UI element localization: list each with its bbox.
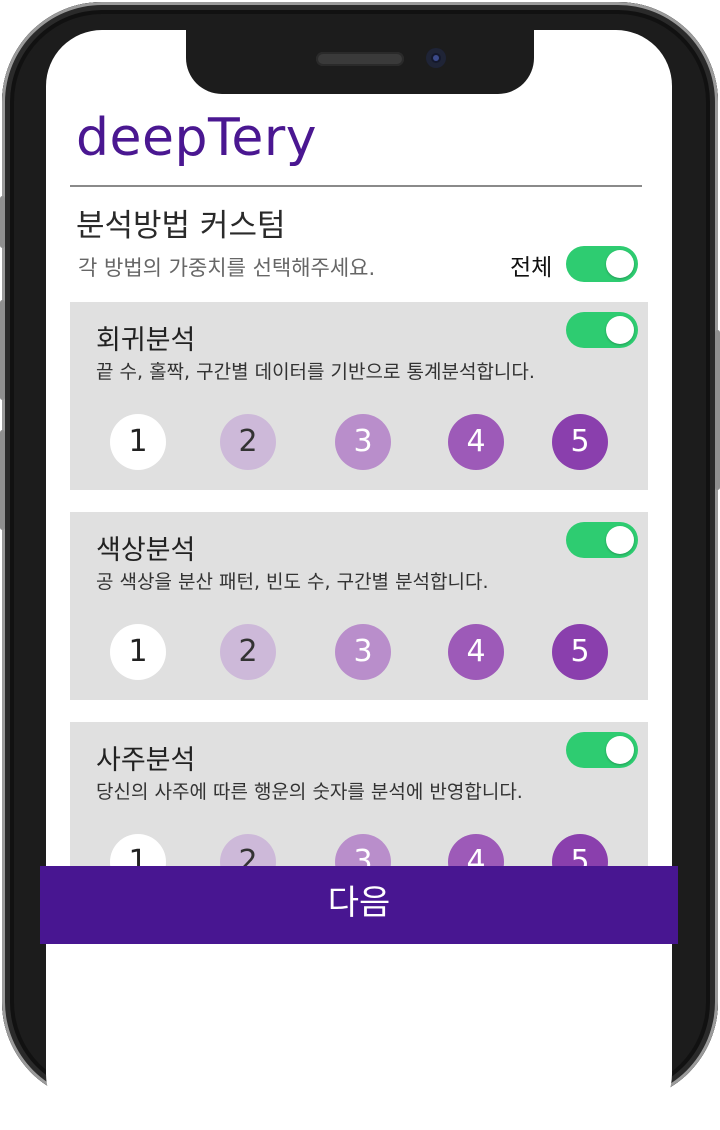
method-title: 색상분석 [96, 535, 196, 566]
front-camera-icon [426, 48, 446, 68]
toggle-knob [606, 316, 634, 344]
weight-option-1[interactable]: 1 [110, 414, 166, 470]
all-toggle[interactable] [566, 246, 638, 282]
all-toggle-label: 전체 [510, 255, 553, 281]
method-description: 공 색상을 분산 패턴, 빈도 수, 구간별 분석합니다. [96, 571, 489, 593]
method-title: 회귀분석 [96, 325, 196, 356]
section-title: 분석방법 커스텀 [76, 208, 286, 244]
weight-option-3[interactable]: 3 [335, 414, 391, 470]
section-subtitle: 각 방법의 가중치를 선택해주세요. [78, 256, 376, 280]
title-divider [70, 185, 642, 187]
weight-option-3[interactable]: 3 [335, 624, 391, 680]
toggle-knob [606, 736, 634, 764]
method-card-color: 색상분석 공 색상을 분산 패턴, 빈도 수, 구간별 분석합니다. 1 2 3… [70, 512, 648, 700]
power-button [715, 330, 720, 490]
weight-option-5[interactable]: 5 [552, 414, 608, 470]
method-description: 끝 수, 홀짝, 구간별 데이터를 기반으로 통계분석합니다. [96, 361, 535, 383]
weight-option-2[interactable]: 2 [220, 624, 276, 680]
method-toggle-color[interactable] [566, 522, 638, 558]
method-card-regression: 회귀분석 끝 수, 홀짝, 구간별 데이터를 기반으로 통계분석합니다. 1 2… [70, 302, 648, 490]
weight-option-2[interactable]: 2 [220, 414, 276, 470]
weight-option-5[interactable]: 5 [552, 624, 608, 680]
method-toggle-regression[interactable] [566, 312, 638, 348]
toggle-knob [606, 526, 634, 554]
method-toggle-saju[interactable] [566, 732, 638, 768]
weight-option-4[interactable]: 4 [448, 624, 504, 680]
toggle-knob [606, 250, 634, 278]
volume-up-button [0, 300, 5, 400]
weight-option-4[interactable]: 4 [448, 414, 504, 470]
volume-down-button [0, 430, 5, 530]
method-description: 당신의 사주에 따른 행운의 숫자를 분석에 반영합니다. [96, 781, 523, 803]
silent-switch [0, 196, 5, 248]
speaker-grille [316, 52, 404, 66]
app-title: deepTery [76, 108, 318, 168]
method-title: 사주분석 [96, 745, 196, 776]
weight-option-1[interactable]: 1 [110, 624, 166, 680]
next-button[interactable]: 다음 [40, 866, 678, 944]
